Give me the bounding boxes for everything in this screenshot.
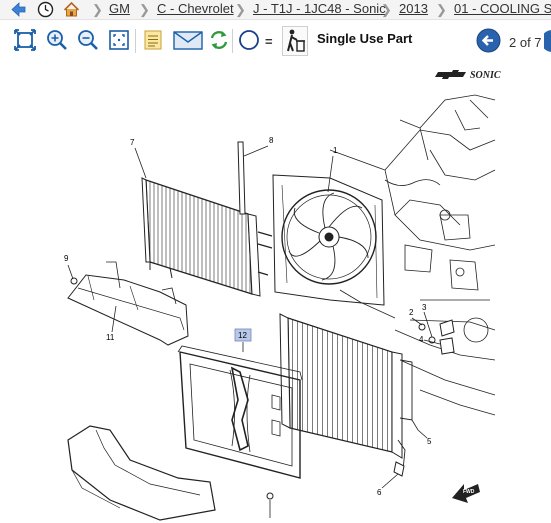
parts-diagram: SONIC 1 2 3 4 5 6 7 8 9 11 12 FWD [0, 62, 551, 523]
email-icon[interactable] [173, 29, 203, 51]
breadcrumb: ❯ GM ❯ C - Chevrolet ❯ J - T1J - 1JC48 -… [0, 0, 551, 20]
next-page-button[interactable] [541, 30, 551, 52]
callout-4: 4 [419, 335, 424, 344]
history-clock-icon[interactable] [37, 1, 54, 18]
lower-air-deflector [67, 261, 189, 346]
callout-2: 2 [409, 308, 414, 317]
breadcrumb-separator: ❯ [139, 2, 150, 17]
page-indicator: 2 of 7 [509, 35, 542, 50]
single-use-part-label: Single Use Part [317, 31, 413, 46]
breadcrumb-brand[interactable]: C - Chevrolet [157, 1, 234, 16]
callout-7: 7 [130, 138, 135, 147]
previous-page-button[interactable] [476, 28, 501, 53]
breadcrumb-year[interactable]: 2013 [399, 1, 428, 16]
breadcrumb-separator: ❯ [436, 2, 447, 17]
callout-9: 9 [64, 254, 69, 263]
breadcrumb-make[interactable]: GM [109, 1, 130, 16]
callout-12: 12 [238, 331, 247, 340]
trash-person-icon [282, 26, 308, 56]
front-lower-deflector [67, 425, 216, 521]
breadcrumb-model[interactable]: J - T1J - 1JC48 - Sonic [253, 1, 386, 16]
air-baffle-seal [237, 141, 246, 215]
forward-direction-arrow: FWD [452, 484, 480, 503]
refresh-icon[interactable] [208, 29, 230, 51]
zoom-out-icon[interactable] [77, 29, 99, 51]
callout-8: 8 [269, 136, 274, 145]
back-arrow-icon[interactable] [10, 1, 27, 18]
circle-legend-icon[interactable] [238, 29, 260, 51]
fan-shroud [272, 174, 385, 306]
chevrolet-sonic-logo: SONIC [435, 70, 501, 81]
toolbar-divider [135, 29, 136, 53]
callout-12-highlight[interactable]: 12 [234, 328, 252, 342]
breadcrumb-system[interactable]: 01 - COOLING SYS [454, 1, 551, 16]
toolbar-divider [232, 29, 233, 53]
toolbar: = Single Use Part 2 of 7 [0, 20, 551, 62]
fit-to-window-icon[interactable] [14, 29, 36, 51]
callout-5: 5 [427, 437, 432, 446]
zoom-in-icon[interactable] [46, 29, 68, 51]
actual-size-icon[interactable] [108, 29, 130, 51]
equals-sign: = [265, 34, 273, 49]
breadcrumb-separator: ❯ [381, 2, 392, 17]
callout-1: 1 [333, 146, 338, 155]
callout-6: 6 [377, 488, 382, 497]
fwd-label: FWD [463, 489, 475, 495]
callout-leader-lines [67, 145, 441, 518]
brand-label: SONIC [470, 70, 501, 81]
callout-3: 3 [422, 303, 427, 312]
notes-icon[interactable] [142, 29, 164, 51]
callout-11: 11 [106, 333, 115, 342]
condenser [141, 177, 273, 297]
home-icon[interactable] [63, 1, 80, 18]
breadcrumb-separator: ❯ [92, 2, 103, 17]
breadcrumb-separator: ❯ [235, 2, 246, 17]
